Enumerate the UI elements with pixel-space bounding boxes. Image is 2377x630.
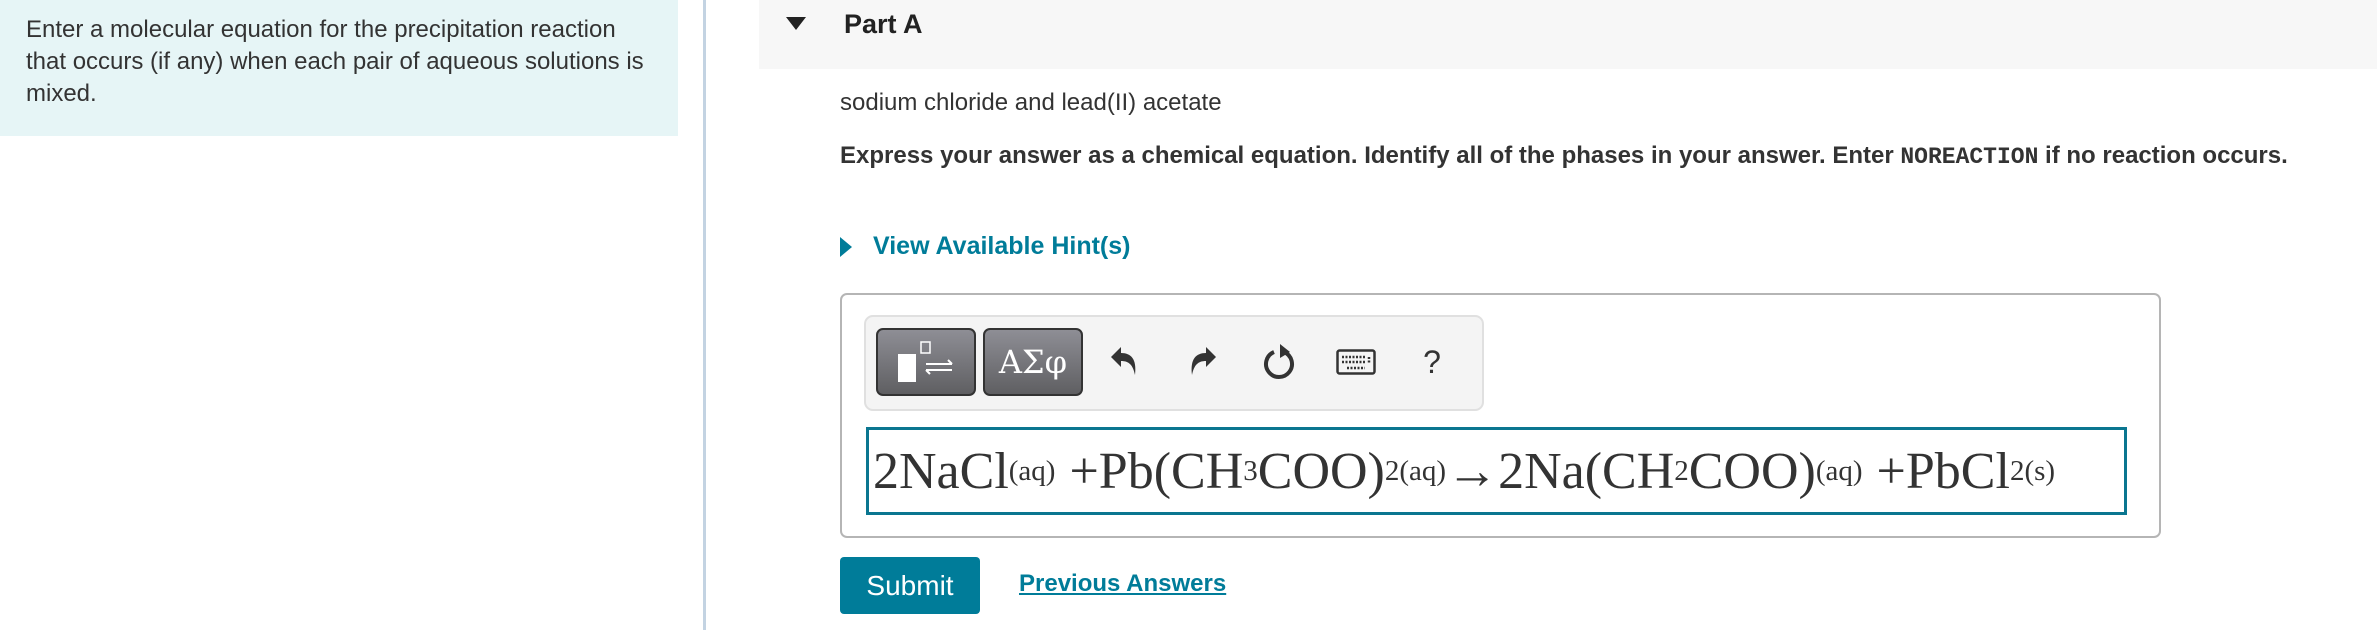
plus-operator: + — [1876, 442, 1906, 500]
equation-input[interactable]: 2NaCl (aq) + Pb(CH 3 COO) 2(aq) → 2Na(CH 2 COO)(… — [866, 427, 2127, 515]
panel-divider — [703, 0, 706, 630]
formula-term: COO) — [1257, 442, 1385, 500]
formula-term: Pb(CH — [1098, 442, 1244, 500]
instructions-panel: Enter a molecular equation for the preci… — [0, 0, 678, 136]
question-text: sodium chloride and lead(II) acetate — [840, 89, 1222, 116]
formula-term: 2Na(CH — [1498, 442, 1675, 500]
answer-instructions: Express your answer as a chemical equati… — [840, 140, 2340, 173]
equation-toolbar: ΑΣφ ? — [864, 315, 1484, 411]
submit-button[interactable]: Submit — [840, 557, 980, 614]
keyboard-icon — [1336, 349, 1376, 375]
instructions-text-before: Express your answer as a chemical equati… — [840, 142, 1901, 169]
formula-term: COO) — [1688, 442, 1816, 500]
caret-down-icon[interactable] — [786, 17, 806, 30]
noreaction-code: NOREACTION — [1900, 144, 2039, 170]
templates-button[interactable] — [876, 328, 976, 396]
part-title: Part A — [844, 9, 923, 39]
previous-answers-link[interactable]: Previous Answers — [1019, 570, 1226, 598]
redo-button[interactable] — [1183, 342, 1223, 382]
reset-icon — [1264, 344, 1294, 379]
formula-term: 2NaCl — [873, 442, 1009, 500]
plus-operator: + — [1069, 442, 1099, 500]
help-icon: ? — [1423, 343, 1441, 380]
help-button[interactable]: ? — [1412, 342, 1452, 382]
redo-icon — [1191, 347, 1216, 375]
symbols-button[interactable]: ΑΣφ — [983, 328, 1083, 396]
undo-button[interactable] — [1104, 342, 1144, 382]
hint-label: View Available Hint(s) — [873, 232, 1131, 260]
part-a-header[interactable]: Part A — [759, 0, 2377, 69]
view-hints-toggle[interactable]: View Available Hint(s) — [840, 232, 1130, 261]
reaction-arrow: → — [1446, 442, 1499, 500]
templates-icon — [898, 341, 953, 382]
formula-term: PbCl — [1905, 442, 2010, 500]
undo-icon — [1111, 347, 1136, 375]
symbols-label: ΑΣφ — [998, 343, 1068, 381]
answer-area: ΑΣφ ? 2NaCl (aq) + Pb(CH 3 COO) 2(aq) → … — [840, 293, 2161, 538]
reset-button[interactable] — [1260, 342, 1300, 382]
keyboard-button[interactable] — [1336, 342, 1376, 382]
intro-text: Enter a molecular equation for the preci… — [26, 16, 644, 107]
instructions-text-after: if no reaction occurs. — [2038, 142, 2288, 169]
caret-right-icon — [840, 236, 852, 257]
